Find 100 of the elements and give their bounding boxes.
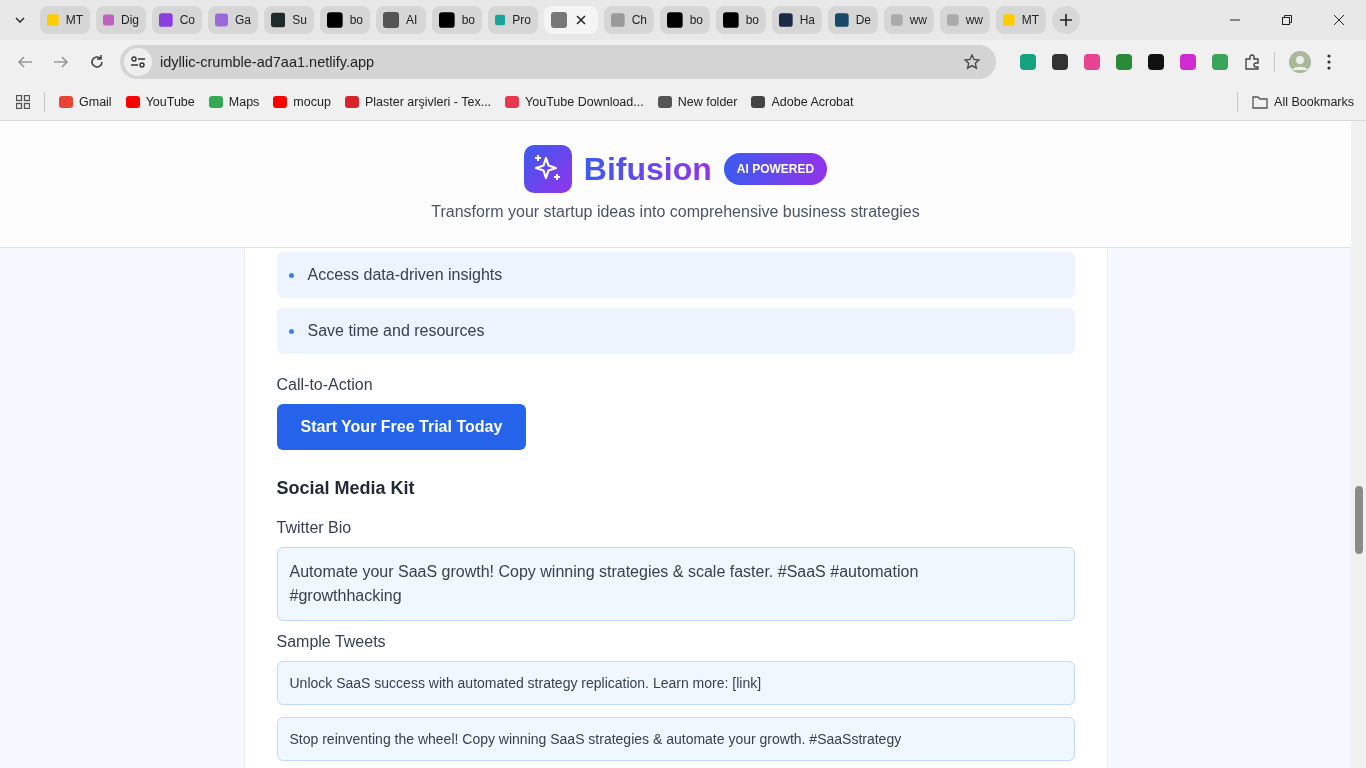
scrollbar[interactable] bbox=[1351, 121, 1366, 768]
bookmark-link[interactable]: YouTube Download... bbox=[505, 95, 644, 109]
extension-button[interactable] bbox=[1050, 52, 1070, 72]
browser-tab[interactable]: Ga bbox=[208, 6, 258, 34]
favicon-icon bbox=[611, 12, 625, 28]
chevron-down-icon bbox=[15, 17, 25, 23]
menu-button[interactable] bbox=[1325, 52, 1333, 72]
sample-tweet: Stop reinventing the wheel! Copy winning SaaS strategies & automate your growth. #SaaSstrategy bbox=[276, 717, 1075, 761]
tab-title: Ch bbox=[631, 13, 647, 27]
bookmark-icon bbox=[751, 95, 766, 109]
browser-tab[interactable]: bo bbox=[432, 6, 482, 34]
bookmark-link[interactable]: New folder bbox=[657, 95, 738, 109]
close-icon bbox=[576, 15, 586, 25]
menu-icon bbox=[1327, 54, 1331, 70]
tab-title: Ha bbox=[799, 13, 815, 27]
bookmark-icon bbox=[505, 95, 520, 109]
back-arrow-icon bbox=[17, 54, 33, 70]
favicon-icon bbox=[667, 12, 683, 28]
browser-tab[interactable]: bo bbox=[320, 6, 370, 34]
bullet-icon bbox=[288, 328, 294, 334]
free-trial-button[interactable]: Start Your Free Trial Today bbox=[276, 404, 527, 450]
bookmark-link[interactable]: Maps bbox=[208, 95, 260, 109]
extensions-button[interactable] bbox=[1242, 52, 1262, 72]
extension-icon bbox=[1052, 54, 1068, 70]
browser-tab[interactable]: AI bbox=[376, 6, 426, 34]
favicon-icon bbox=[383, 12, 399, 28]
apps-button[interactable] bbox=[16, 95, 30, 109]
tab-title: bo bbox=[689, 13, 703, 27]
new-tab-button[interactable] bbox=[1052, 6, 1080, 34]
tab-title: Su bbox=[292, 13, 307, 27]
puzzle-icon bbox=[1244, 54, 1260, 70]
browser-tab[interactable]: Dig bbox=[96, 6, 146, 34]
url-text: idyllic-crumble-ad7aa1.netlify.app bbox=[160, 54, 375, 70]
browser-tab[interactable]: Ch bbox=[604, 6, 654, 34]
tab-title: AI bbox=[406, 13, 418, 27]
reload-icon bbox=[89, 54, 105, 70]
browser-tab[interactable]: Co bbox=[152, 6, 202, 34]
bookmark-icon bbox=[344, 95, 359, 109]
favicon-icon bbox=[47, 12, 59, 28]
browser-tab[interactable]: bo bbox=[660, 6, 710, 34]
extension-button[interactable] bbox=[1146, 52, 1166, 72]
tweets-label: Sample Tweets bbox=[276, 633, 387, 651]
browser-tab[interactable]: Su bbox=[264, 6, 314, 34]
browser-tab[interactable]: bo bbox=[716, 6, 766, 34]
bookmark-icon bbox=[273, 95, 288, 109]
browser-tab[interactable]: De bbox=[828, 6, 878, 34]
benefit-text: Access data-driven insights bbox=[307, 266, 503, 284]
bookmark-link[interactable]: Adobe Acrobat bbox=[751, 95, 854, 109]
close-icon bbox=[1334, 15, 1344, 25]
sample-tweet: Unlock SaaS success with automated strategy replication. Learn more: [link] bbox=[276, 661, 1075, 705]
all-bookmarks-link[interactable]: All Bookmarks bbox=[1252, 95, 1354, 109]
browser-tab[interactable]: ww bbox=[940, 6, 990, 34]
tagline-text: Transform your startup ideas into comprehensive business strategies bbox=[431, 203, 920, 221]
favicon-icon bbox=[159, 12, 173, 28]
benefit-text: Save time and resources bbox=[307, 322, 485, 340]
cta-label: Call-to-Action bbox=[276, 376, 374, 394]
extension-icon bbox=[1212, 54, 1228, 70]
bookmark-link[interactable]: mocup bbox=[273, 95, 331, 109]
tab-title: ww bbox=[965, 13, 983, 27]
extension-icon bbox=[1084, 54, 1100, 70]
browser-tab[interactable]: MT bbox=[40, 6, 90, 34]
favicon-icon bbox=[215, 12, 228, 28]
extension-icon bbox=[1116, 54, 1132, 70]
avatar-icon bbox=[1289, 51, 1311, 73]
extension-icon bbox=[1020, 54, 1036, 70]
section-heading: Social Media Kit bbox=[276, 478, 416, 499]
site-info-button[interactable] bbox=[124, 48, 152, 76]
bookmark-link[interactable]: Plaster arşivleri - Tex... bbox=[344, 95, 492, 109]
tab-title: bo bbox=[745, 13, 759, 27]
favicon-icon bbox=[779, 12, 793, 28]
close-tab-button[interactable] bbox=[574, 13, 588, 27]
bio-label: Twitter Bio bbox=[276, 519, 353, 537]
bookmark-icon bbox=[59, 95, 73, 109]
favicon-icon bbox=[723, 12, 739, 28]
bookmark-icon bbox=[208, 95, 223, 109]
tab-title: Dig bbox=[121, 13, 139, 27]
favicon-icon bbox=[891, 12, 903, 28]
twitter-bio-text: Automate your SaaS growth! Copy winning strategies & scale faster. #SaaS #automation #growthhacking bbox=[276, 547, 1075, 621]
tab-title: Co bbox=[179, 13, 195, 27]
browser-tab[interactable] bbox=[544, 6, 598, 34]
favicon-icon bbox=[103, 12, 114, 28]
tab-title: MT bbox=[65, 13, 83, 27]
favicon-icon bbox=[271, 12, 286, 28]
bookmark-link[interactable]: Gmail bbox=[59, 95, 112, 109]
browser-tab[interactable]: MT bbox=[996, 6, 1046, 34]
browser-tab[interactable]: Pro bbox=[488, 6, 538, 34]
favicon-icon bbox=[327, 12, 343, 28]
browser-tab[interactable]: ww bbox=[884, 6, 934, 34]
favicon-icon bbox=[495, 12, 506, 28]
favicon-icon bbox=[439, 12, 455, 28]
plus-icon bbox=[1060, 14, 1072, 26]
favicon-icon bbox=[1003, 12, 1015, 28]
address-bar[interactable]: idyllic-crumble-ad7aa1.netlify.app bbox=[120, 45, 996, 79]
restore-icon bbox=[1282, 15, 1292, 25]
bookmark-icon bbox=[657, 95, 672, 109]
bookmark-link[interactable]: YouTube bbox=[125, 95, 195, 109]
tune-icon bbox=[131, 56, 145, 68]
forward-arrow-icon bbox=[53, 54, 69, 70]
tab-title: Ga bbox=[235, 13, 251, 27]
browser-tab[interactable]: Ha bbox=[772, 6, 822, 34]
